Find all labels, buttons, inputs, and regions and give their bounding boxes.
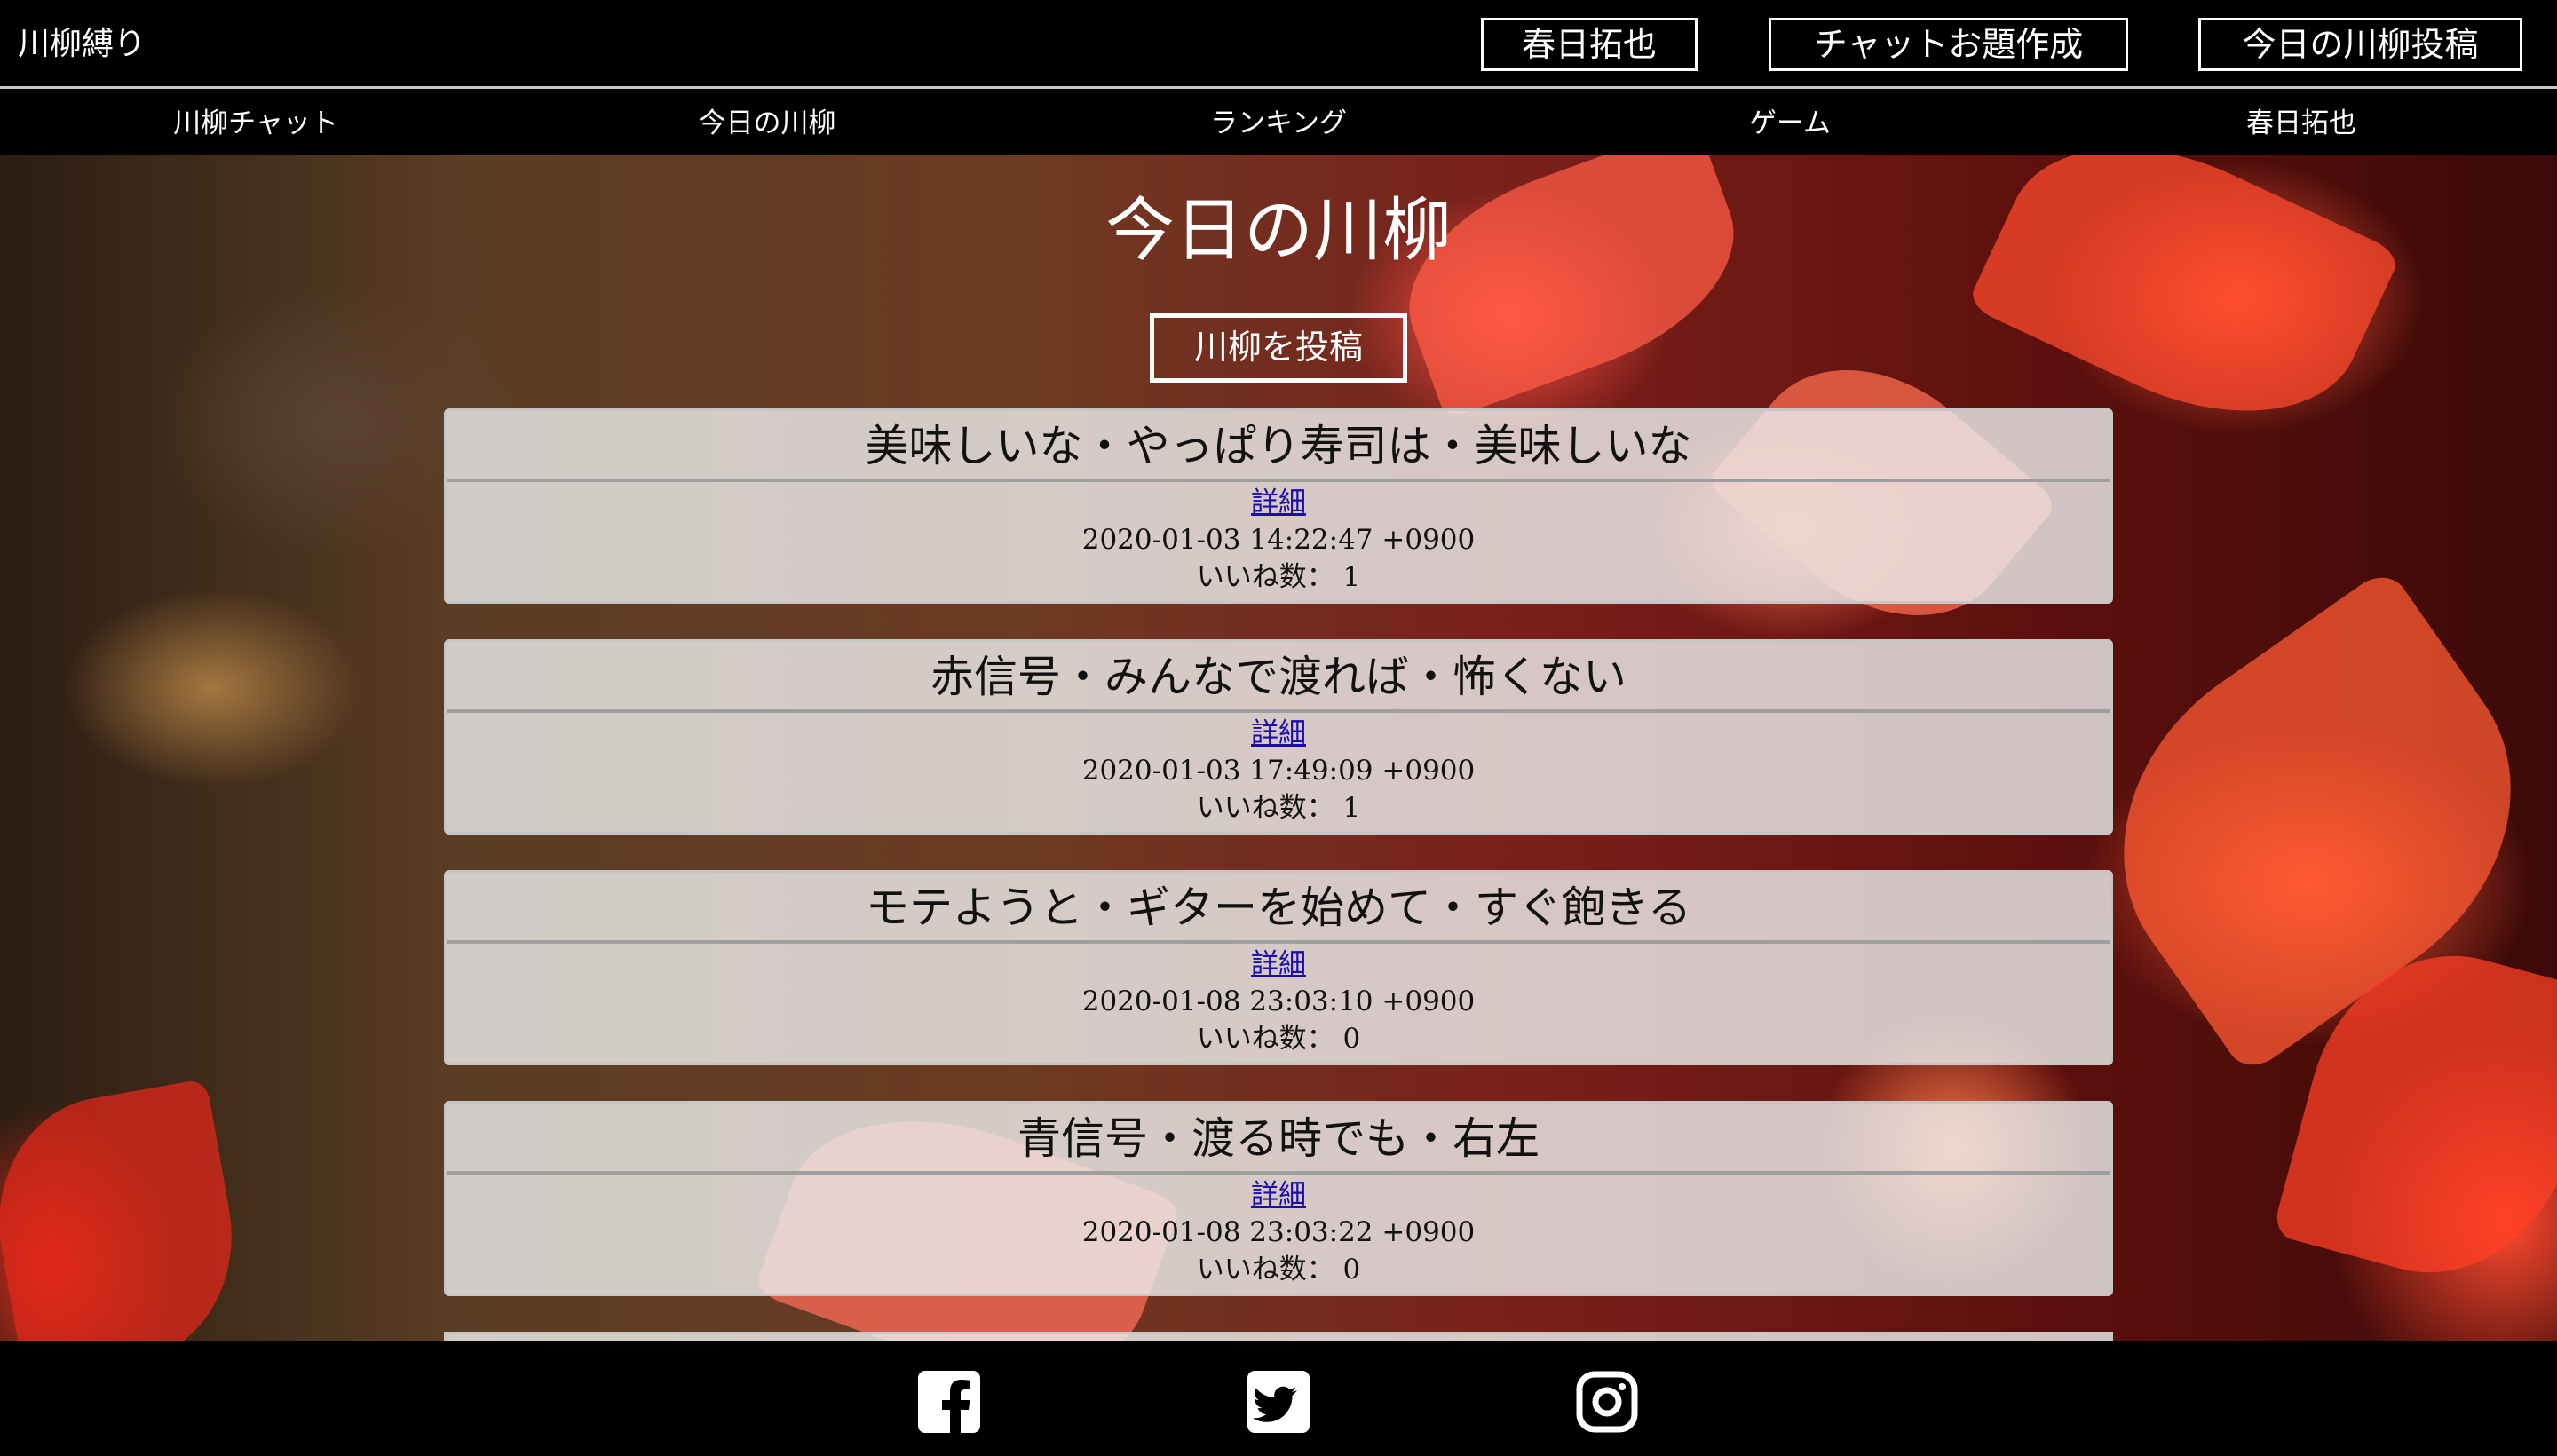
main-nav: 川柳チャット 今日の川柳 ランキング ゲーム 春日拓也 [0,91,2557,155]
post-today-senryu-button[interactable]: 今日の川柳投稿 [2198,18,2522,71]
senryu-text: 美味しいな・やっぱり寿司は・美味しいな [447,411,2110,482]
senryu-card-next [444,1332,2113,1341]
senryu-card: 美味しいな・やっぱり寿司は・美味しいな 詳細 2020-01-03 14:22:… [444,408,2113,604]
senryu-text: 青信号・渡る時でも・右左 [447,1104,2110,1175]
nav-item-user[interactable]: 春日拓也 [2046,91,2557,155]
user-profile-button[interactable]: 春日拓也 [1481,18,1698,71]
twitter-icon[interactable] [1247,1371,1310,1433]
senryu-card: 赤信号・みんなで渡れば・怖くない 詳細 2020-01-03 17:49:09 … [444,639,2113,835]
nav-item-ranking[interactable]: ランキング [1023,91,1534,155]
like-count: いいね数： 0 [1196,1254,1361,1286]
like-count: いいね数： 1 [1196,561,1361,593]
post-timestamp: 2020-01-08 23:03:10 +0900 [1081,985,1476,1017]
facebook-icon[interactable] [918,1371,980,1433]
nav-item-game[interactable]: ゲーム [1534,91,2046,155]
like-count: いいね数： 1 [1196,792,1361,824]
senryu-text: 赤信号・みんなで渡れば・怖くない [447,642,2110,713]
top-header: 川柳縛り 春日拓也 チャットお題作成 今日の川柳投稿 [0,0,2557,89]
detail-link[interactable]: 詳細 [447,1176,2110,1214]
nav-item-senryu-chat[interactable]: 川柳チャット [0,91,511,155]
create-chat-topic-button[interactable]: チャットお題作成 [1769,18,2128,71]
detail-link[interactable]: 詳細 [447,715,2110,752]
detail-link[interactable]: 詳細 [447,946,2110,983]
senryu-card: モテようと・ギターを始めて・すぐ飽きる 詳細 2020-01-08 23:03:… [444,870,2113,1065]
site-brand[interactable]: 川柳縛り [18,21,146,67]
like-count: いいね数： 0 [1196,1023,1361,1055]
page-title: 今日の川柳 [1104,191,1452,271]
post-timestamp: 2020-01-03 17:49:09 +0900 [1081,755,1476,787]
post-timestamp: 2020-01-03 14:22:47 +0900 [1081,524,1476,556]
post-timestamp: 2020-01-08 23:03:22 +0900 [1081,1216,1476,1248]
nav-item-today-senryu[interactable]: 今日の川柳 [511,91,1023,155]
post-senryu-button[interactable]: 川柳を投稿 [1150,313,1407,383]
senryu-text: モテようと・ギターを始めて・すぐ飽きる [447,873,2110,944]
maple-leaf-shape [0,1078,253,1341]
senryu-card: 青信号・渡る時でも・右左 詳細 2020-01-08 23:03:22 +090… [444,1101,2113,1296]
instagram-icon[interactable] [1576,1371,1638,1433]
detail-link[interactable]: 詳細 [447,484,2110,521]
footer [0,1341,2557,1456]
